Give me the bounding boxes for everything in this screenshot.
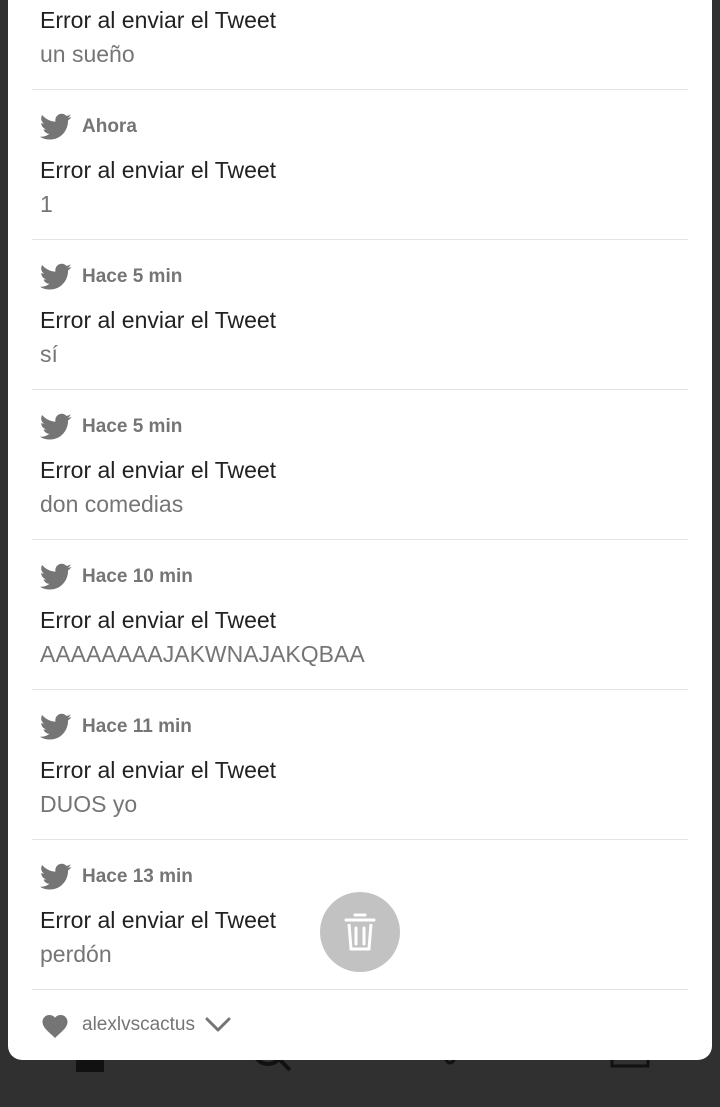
notification-item[interactable]: Hace 5 min Error al enviar el Tweet don … [32, 390, 688, 540]
dismiss-trash-button[interactable] [320, 892, 400, 972]
screen: Error al enviar el Tweet un sueño Ahora … [0, 0, 720, 1107]
notification-header: Hace 13 min [40, 862, 193, 892]
notification-header: Hace 10 min [40, 562, 193, 592]
notification-time: Ahora [82, 116, 137, 137]
notification-title: Error al enviar el Tweet [40, 907, 277, 933]
notification-title: Error al enviar el Tweet [40, 307, 277, 333]
notification-header: Ahora [40, 112, 137, 142]
notification-item[interactable]: Hace 10 min Error al enviar el Tweet AAA… [32, 540, 688, 690]
twitter-bird-icon [40, 863, 72, 890]
twitter-bird-icon [40, 413, 72, 440]
notification-header: Hace 11 min [40, 712, 192, 742]
chevron-down-icon[interactable] [205, 1016, 231, 1034]
notification-time: Hace 11 min [82, 716, 192, 737]
twitter-bird-icon [40, 563, 72, 590]
notification-body: 1 [40, 191, 53, 217]
notification-item[interactable]: Ahora Error al enviar el Tweet 1 [32, 90, 688, 240]
notification-header: Hace 5 min [40, 262, 182, 292]
twitter-bird-icon [40, 713, 72, 740]
twitter-bird-icon [40, 263, 72, 290]
notification-body: un sueño [40, 41, 135, 67]
notification-time: Hace 13 min [82, 866, 193, 887]
heart-icon [42, 1015, 68, 1038]
notification-body: perdón [40, 941, 112, 967]
notification-item[interactable]: Hace 5 min Error al enviar el Tweet sí [32, 240, 688, 390]
trash-icon [344, 913, 376, 951]
notification-body: AAAAAAAAJAKWNAJAKQBAA [40, 641, 365, 667]
notification-time: Hace 5 min [82, 266, 183, 287]
notification-item[interactable]: Error al enviar el Tweet un sueño [32, 0, 688, 90]
notification-title: Error al enviar el Tweet [40, 757, 277, 783]
notification-body: sí [40, 341, 58, 367]
notification-item-partial[interactable]: alexlvscactus [32, 990, 688, 1050]
notification-header: alexlvscactus [40, 1010, 231, 1040]
notification-time: Hace 5 min [82, 416, 183, 437]
notification-body: don comedias [40, 491, 184, 517]
notification-title: Error al enviar el Tweet [40, 7, 277, 33]
twitter-bird-icon [40, 113, 72, 140]
notification-item[interactable]: Hace 11 min Error al enviar el Tweet DUO… [32, 690, 688, 840]
notification-time: Hace 10 min [82, 566, 193, 587]
notification-title: Error al enviar el Tweet [40, 457, 277, 483]
notification-handle: alexlvscactus [82, 1014, 195, 1035]
notification-title: Error al enviar el Tweet [40, 157, 277, 183]
notification-body: DUOS yo [40, 791, 138, 817]
notification-header: Hace 5 min [40, 412, 182, 442]
notification-title: Error al enviar el Tweet [40, 607, 277, 633]
